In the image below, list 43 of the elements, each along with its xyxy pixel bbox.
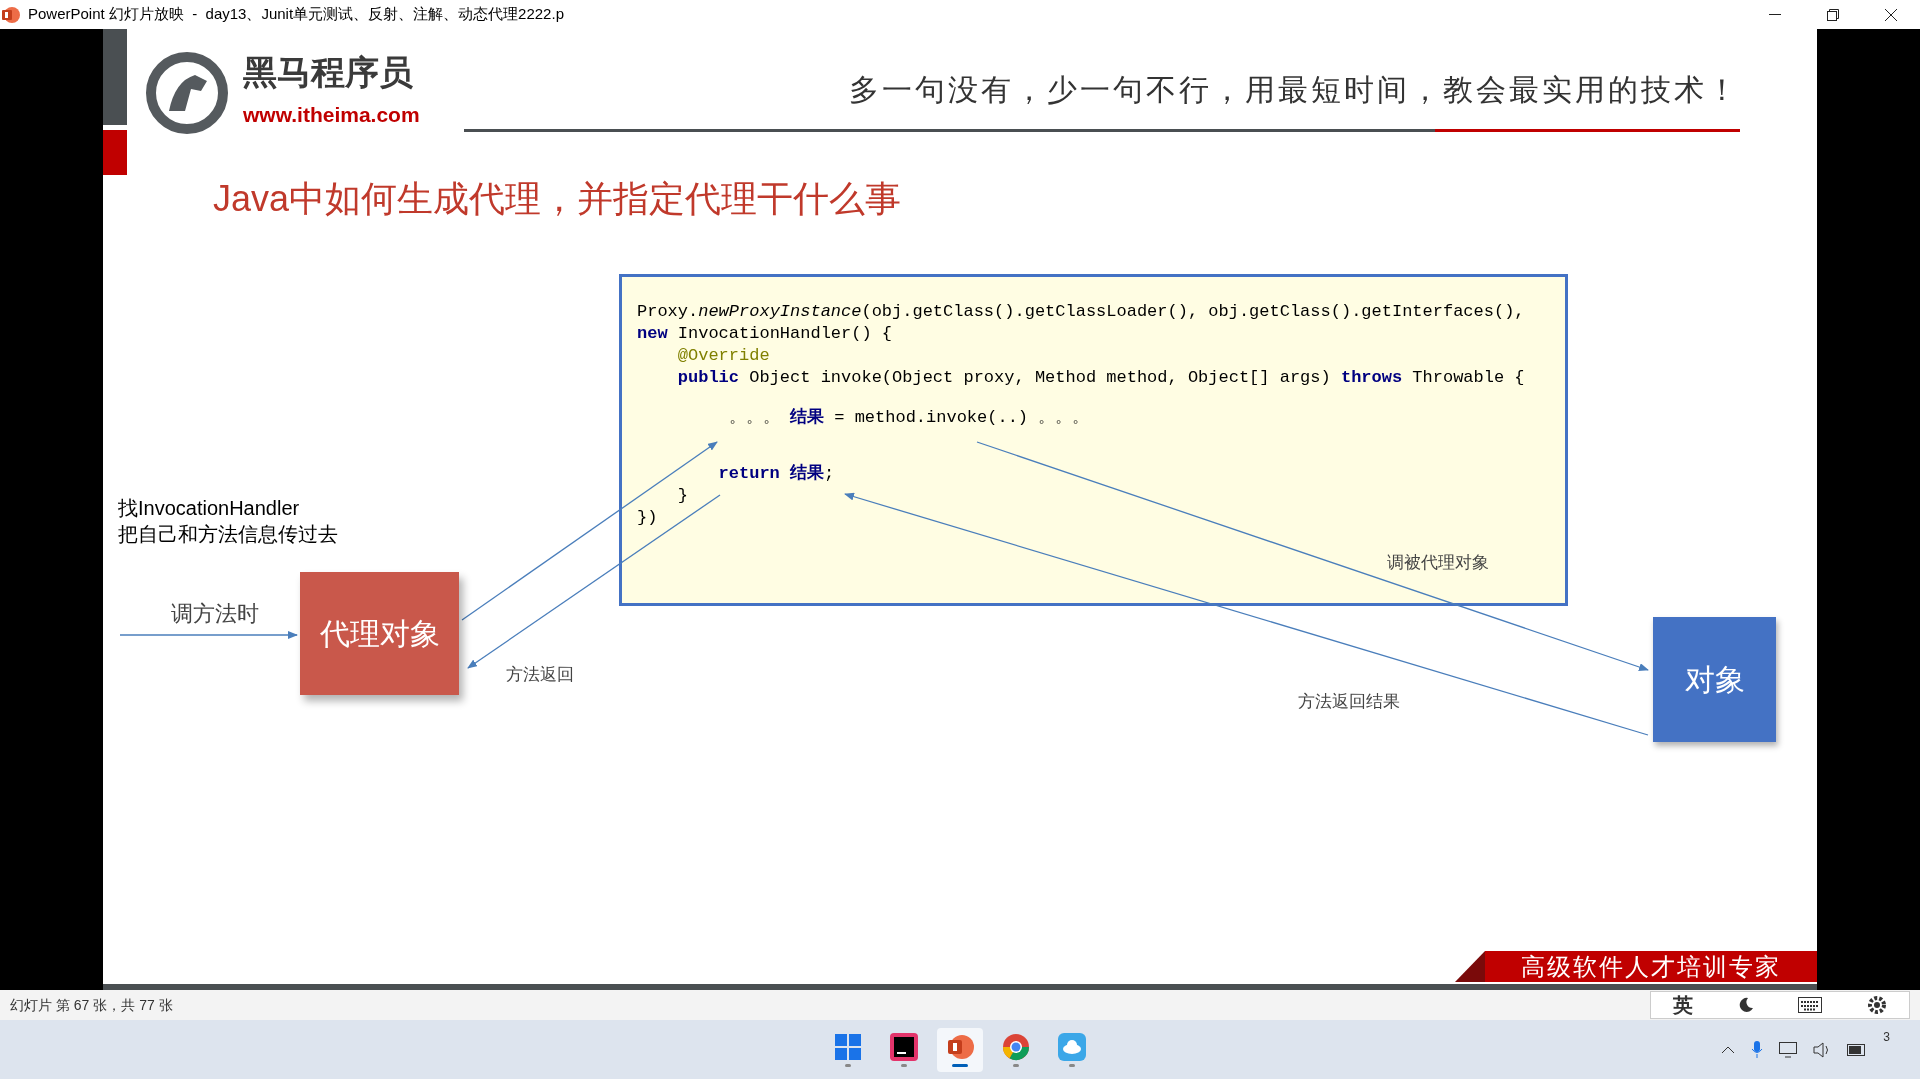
- banner-text: 高级软件人才培训专家: [1521, 954, 1781, 979]
- note-text: 把自己和方法信息传过去: [118, 522, 338, 547]
- code-line: Proxy.newProxyInstance(obj.getClass().getClassLoader(), obj.getClass().getInterfaces(),: [637, 301, 1525, 323]
- diagram-label: 方法返回: [506, 664, 574, 686]
- logo-url: www.itheima.com: [243, 104, 420, 125]
- object-node: 对象: [1653, 617, 1776, 742]
- logo-icon: [145, 51, 229, 135]
- microphone-icon[interactable]: [1751, 1040, 1764, 1059]
- code-line: @Override: [676, 345, 770, 367]
- browser-icon: [1002, 1032, 1030, 1061]
- notification-count: 3: [1883, 1029, 1890, 1046]
- proxy-node: 代理对象: [300, 572, 459, 695]
- restore-icon: [1827, 8, 1839, 21]
- code-line: public Object invoke(Object proxy, Method method, Object[] args) throws Throwable {: [676, 367, 1525, 389]
- logo-name: 黑马程序员: [243, 55, 413, 89]
- code-line: new InvocationHandler() {: [637, 323, 893, 345]
- slide-heading: Java中如何生成代理，并指定代理干什么事: [213, 181, 902, 217]
- code-line: }): [637, 507, 658, 529]
- banner-corner: [1455, 951, 1485, 982]
- language-toggle[interactable]: 英: [1673, 990, 1694, 1020]
- note-text: 找InvocationHandler: [118, 496, 301, 521]
- header-accent-block: [103, 130, 127, 175]
- diagram-label: 方法返回结果: [1298, 691, 1400, 713]
- window-title: PowerPoint 幻灯片放映 - day13、Junit单元测试、反射、注解、动态代理2222.p: [28, 4, 564, 25]
- code-line: return 结果;: [717, 463, 835, 485]
- chevron-up-icon[interactable]: [1721, 1045, 1736, 1054]
- cloud-app-icon: [1058, 1032, 1086, 1061]
- minimize-icon: [1769, 13, 1781, 16]
- slide-counter: 幻灯片 第 67 张，共 77 张: [10, 995, 173, 1015]
- close-icon: [1885, 8, 1897, 21]
- diagram-label: 调方法时: [171, 600, 259, 628]
- slogan: 多一句没有，少一句不行，用最短时间，教会最实用的技术！: [849, 75, 1740, 105]
- moon-icon: [1737, 997, 1754, 1013]
- windows-icon: [834, 1032, 862, 1061]
- code-line: 。。。 结果 = method.invoke(..) 。。。: [727, 407, 1090, 429]
- settings-icon: [1866, 995, 1887, 1015]
- diagram-label: 调被代理对象: [1387, 552, 1489, 574]
- battery-icon[interactable]: [1847, 1043, 1868, 1056]
- code-editor-icon: [890, 1032, 918, 1061]
- code-line: }: [676, 485, 688, 507]
- presentation-app-icon: [946, 1032, 974, 1061]
- monitor-icon[interactable]: [1779, 1041, 1798, 1058]
- keyboard-icon: [1798, 997, 1823, 1013]
